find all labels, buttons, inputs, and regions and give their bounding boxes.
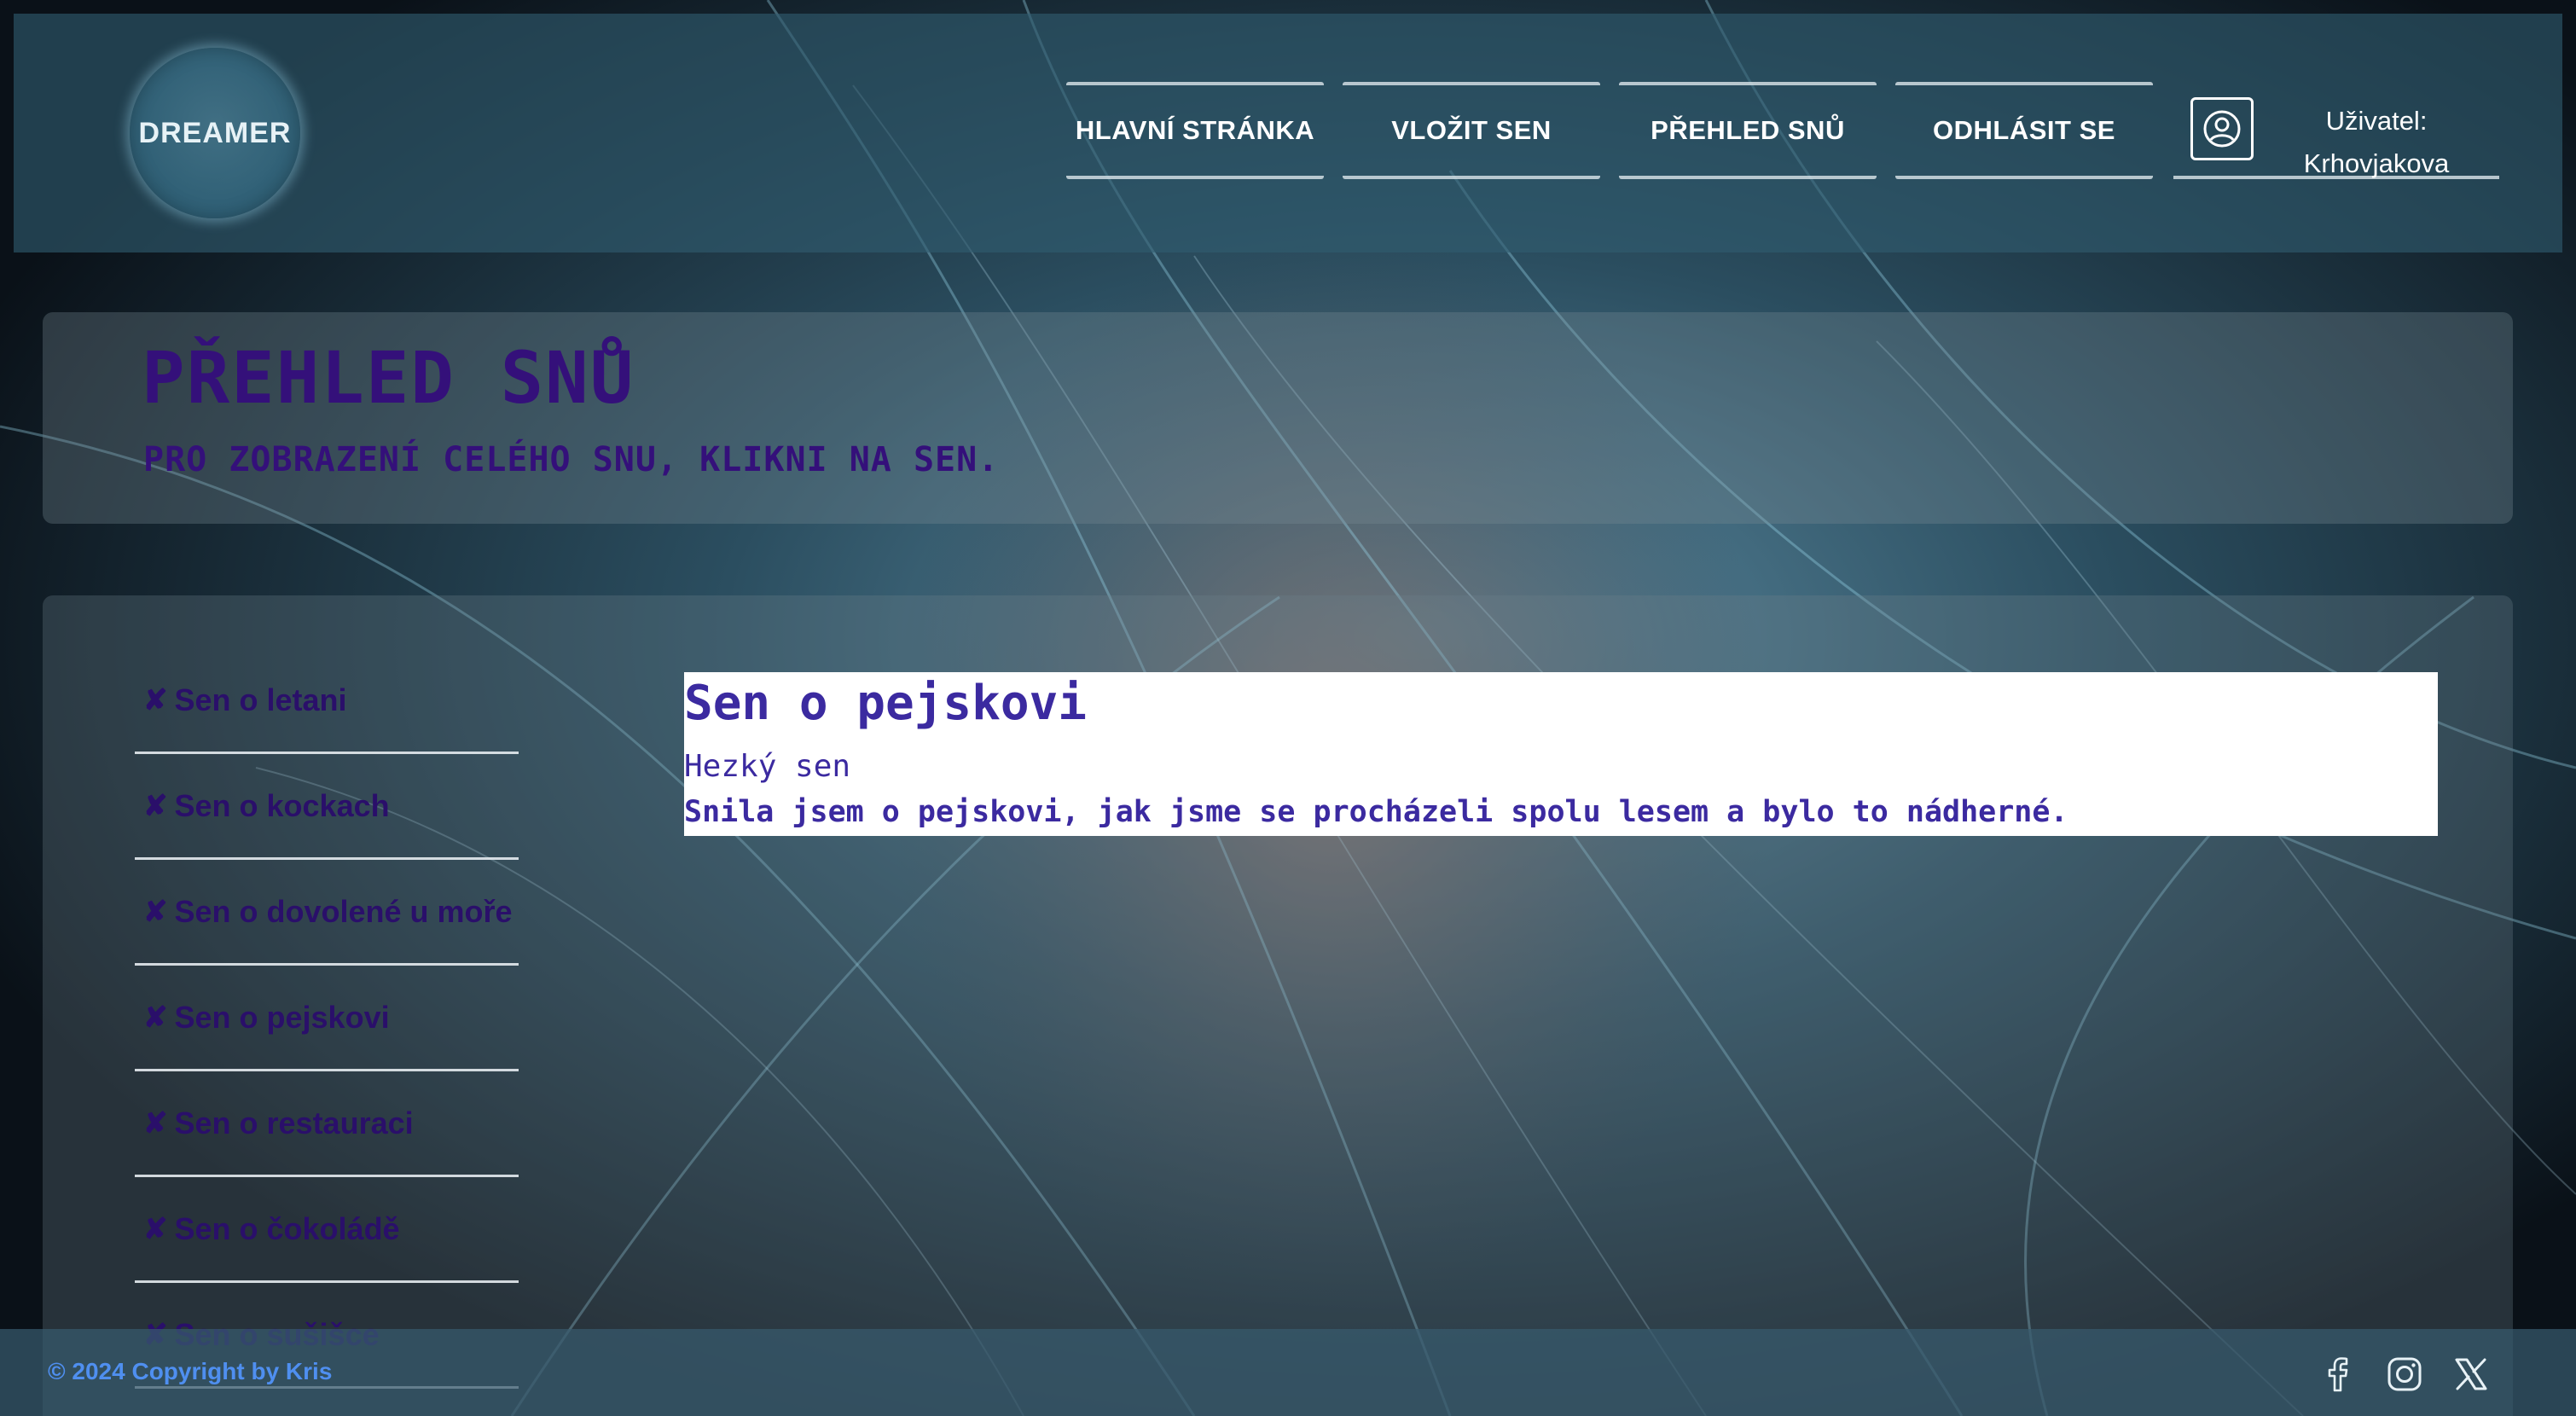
list-item[interactable]: ✘ Sen o pejskovi [135,966,519,1071]
list-item[interactable]: ✘ Sen o dovolené u moře [135,860,519,966]
dream-detail-subtitle: Hezký sen [684,749,851,784]
dream-name: Sen o dovolené u moře [174,893,513,929]
dream-detail-text: Snila jsem o pejskovi, jak jsme se proch… [684,795,2068,829]
delete-icon[interactable]: ✘ [143,683,168,717]
dream-detail-title: Sen o pejskovi [684,676,1088,731]
list-item[interactable]: ✘ Sen o restauraci [135,1071,519,1177]
delete-icon[interactable]: ✘ [143,895,168,929]
header-bar: DREAMER HLAVNÍ STRÁNKA VLOŽIT SEN PŘEHLE… [14,14,2562,252]
nav-odhlasit-se[interactable]: ODHLÁSIT SE [1895,82,2153,179]
user-label: Uživatel: [2325,106,2428,136]
delete-icon[interactable]: ✘ [143,1106,168,1140]
list-item[interactable]: ✘ Sen o kockach [135,754,519,860]
dream-list: ✘ Sen o letani ✘ Sen o kockach ✘ Sen o d… [135,648,519,1389]
dream-name: Sen o restauraci [174,1105,414,1140]
nav-hlavni-stranka[interactable]: HLAVNÍ STRÁNKA [1066,82,1324,179]
facebook-icon[interactable] [2317,1353,2359,1396]
x-twitter-icon[interactable] [2450,1353,2492,1396]
dream-name: Sen o čokoládě [174,1210,400,1246]
dream-name: Sen o pejskovi [174,999,390,1035]
page-title: PŘEHLED SNŮ [142,336,635,420]
list-item[interactable]: ✘ Sen o letani [135,648,519,754]
nav-vlozit-sen[interactable]: VLOŽIT SEN [1343,82,1600,179]
delete-icon[interactable]: ✘ [143,789,168,823]
logo[interactable]: DREAMER [130,48,300,218]
delete-icon[interactable]: ✘ [143,1001,168,1035]
dream-name: Sen o kockach [174,787,390,823]
user-circle-icon[interactable] [2190,97,2254,160]
dream-name: Sen o letani [174,682,347,717]
footer: © 2024 Copyright by Kris [0,1329,2576,1416]
copyright-text: © 2024 Copyright by Kris [48,1358,333,1384]
page-subtitle: PRO ZOBRAZENÍ CELÉHO SNU, KLIKNI NA SEN. [143,440,1000,479]
list-item[interactable]: ✘ Sen o čokoládě [135,1177,519,1283]
delete-icon[interactable]: ✘ [143,1212,168,1246]
user-info: Uživatel: Krhovjakova [2173,82,2499,179]
content-panel: ✘ Sen o letani ✘ Sen o kockach ✘ Sen o d… [43,595,2513,1416]
user-name: Krhovjakova [2303,148,2450,178]
logo-text: DREAMER [138,116,292,149]
title-panel: PŘEHLED SNŮ PRO ZOBRAZENÍ CELÉHO SNU, KL… [43,312,2513,524]
dream-detail-card: Sen o pejskovi Hezký sen Snila jsem o pe… [684,672,2438,836]
nav-prehled-snu[interactable]: PŘEHLED SNŮ [1619,82,1877,179]
instagram-icon[interactable] [2383,1353,2426,1396]
